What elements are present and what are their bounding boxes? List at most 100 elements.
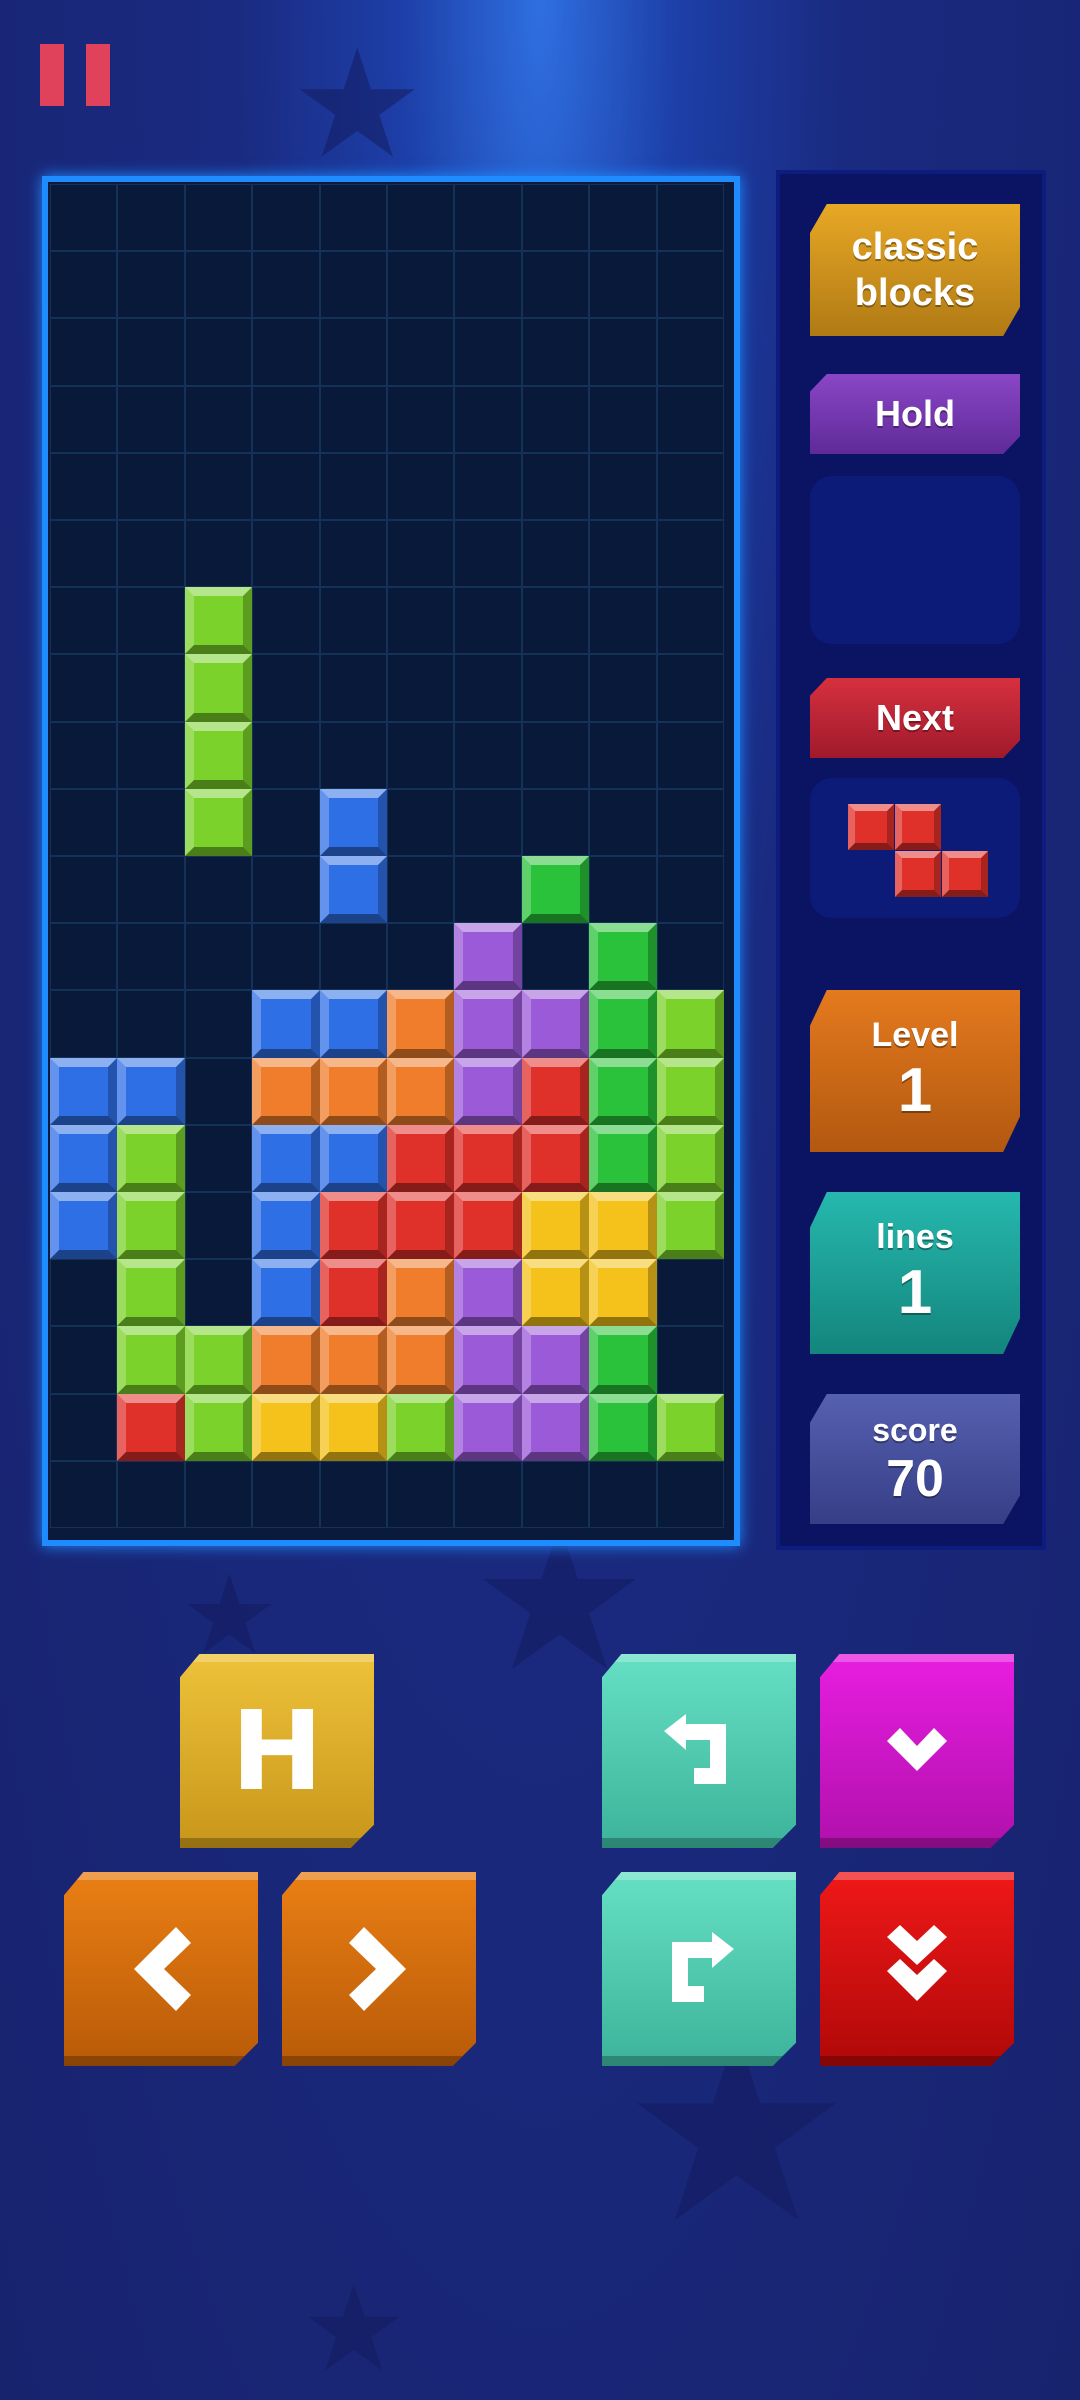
next-piece-box xyxy=(810,778,1020,918)
board-cell xyxy=(184,990,253,1058)
block-tile xyxy=(252,1057,320,1125)
block-tile xyxy=(387,990,455,1058)
block-tile xyxy=(454,1057,522,1125)
game-board xyxy=(42,176,740,1546)
board-cell xyxy=(117,923,185,991)
board-cell xyxy=(521,251,590,319)
chevron-down-icon xyxy=(887,1728,947,1771)
board-cell xyxy=(184,1460,253,1528)
board-cell xyxy=(656,788,724,856)
next-piece-tile xyxy=(895,851,941,897)
board-cell xyxy=(387,856,455,924)
board-cell xyxy=(184,251,253,319)
board-cell xyxy=(319,520,387,588)
board-cell xyxy=(589,654,657,722)
board-cell xyxy=(387,184,455,252)
rotate-left-button[interactable] xyxy=(602,1654,796,1848)
score-panel: score 70 xyxy=(810,1394,1020,1524)
block-tile xyxy=(319,1326,387,1394)
block-tile xyxy=(589,990,657,1058)
lines-value: 1 xyxy=(897,1258,933,1327)
board-cell xyxy=(521,654,590,722)
block-tile xyxy=(589,1393,657,1461)
board-cell xyxy=(117,184,185,252)
hard-drop-button[interactable] xyxy=(820,1872,1014,2066)
block-tile xyxy=(117,1124,185,1192)
block-tile xyxy=(521,990,590,1058)
block-tile xyxy=(656,1057,724,1125)
soft-drop-button[interactable] xyxy=(820,1654,1014,1848)
board-cell xyxy=(521,318,590,386)
block-tile xyxy=(184,1393,253,1461)
board-cell xyxy=(117,788,185,856)
board-cell xyxy=(50,452,118,520)
board-cell xyxy=(117,520,185,588)
block-tile xyxy=(589,1124,657,1192)
board-cell xyxy=(521,385,590,453)
side-panel: classic blocks Hold Next Level 1 lines 1… xyxy=(776,170,1046,1550)
board-cell xyxy=(50,721,118,789)
double-chevron-down-icon xyxy=(887,1925,947,2001)
block-tile xyxy=(184,788,253,856)
board-cell xyxy=(184,923,253,991)
board-cell xyxy=(184,318,253,386)
board-cell xyxy=(387,385,455,453)
board-cell xyxy=(454,184,522,252)
rotate-right-button[interactable] xyxy=(602,1872,796,2066)
board-cell xyxy=(521,923,590,991)
block-tile xyxy=(656,1124,724,1192)
pause-icon xyxy=(86,44,110,106)
board-cell xyxy=(184,1192,253,1260)
block-tile xyxy=(521,1192,590,1260)
board-cell xyxy=(454,856,522,924)
board-cell xyxy=(252,385,320,453)
board-cell xyxy=(656,587,724,655)
block-tile xyxy=(454,1326,522,1394)
background-star-icon: ★ xyxy=(300,2260,408,2399)
board-cell xyxy=(184,385,253,453)
rotate-left-icon xyxy=(664,1714,726,1784)
board-cell xyxy=(387,452,455,520)
board-cell xyxy=(252,452,320,520)
move-right-button[interactable] xyxy=(282,1872,476,2066)
block-tile xyxy=(521,1326,590,1394)
board-cell xyxy=(117,318,185,386)
board-cell xyxy=(117,856,185,924)
board-cell xyxy=(319,721,387,789)
block-tile xyxy=(521,1259,590,1327)
block-tile xyxy=(252,1326,320,1394)
board-cell xyxy=(50,654,118,722)
block-tile xyxy=(589,1259,657,1327)
move-left-button[interactable] xyxy=(64,1872,258,2066)
board-cell xyxy=(50,385,118,453)
next-label: Next xyxy=(810,678,1020,758)
board-cell xyxy=(656,654,724,722)
hold-button[interactable]: H xyxy=(180,1654,374,1848)
level-title: Level xyxy=(871,1016,959,1054)
block-tile xyxy=(252,1259,320,1327)
block-tile xyxy=(117,1192,185,1260)
block-tile xyxy=(117,1393,185,1461)
block-tile xyxy=(387,1124,455,1192)
block-tile xyxy=(319,1192,387,1260)
board-cell xyxy=(387,654,455,722)
board-cell xyxy=(656,452,724,520)
board-cell xyxy=(117,1460,185,1528)
block-tile xyxy=(454,1393,522,1461)
board-cell xyxy=(184,452,253,520)
board-cell xyxy=(454,452,522,520)
board-cell xyxy=(50,1259,118,1327)
lines-title: lines xyxy=(876,1218,954,1256)
block-tile xyxy=(656,1192,724,1260)
board-cell xyxy=(656,1259,724,1327)
board-cell xyxy=(656,856,724,924)
pause-button[interactable] xyxy=(40,44,110,106)
board-cell xyxy=(319,251,387,319)
board-cell xyxy=(589,788,657,856)
board-cell xyxy=(656,1460,724,1528)
block-tile xyxy=(117,1057,185,1125)
board-cell xyxy=(50,251,118,319)
block-tile xyxy=(319,1393,387,1461)
board-cell xyxy=(252,856,320,924)
board-cell xyxy=(319,452,387,520)
